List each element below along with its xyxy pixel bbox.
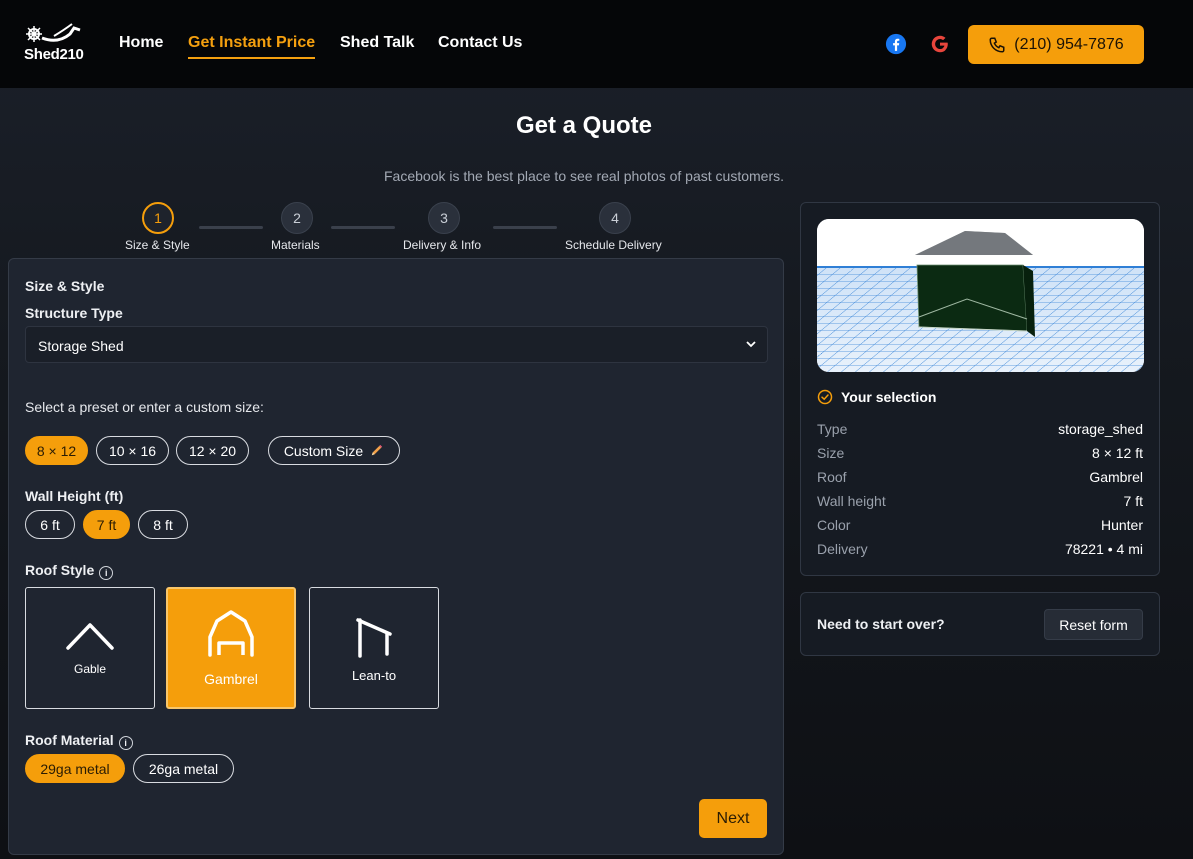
summary-row-wall-height: Wall height 7 ft — [817, 493, 1143, 509]
quote-form-card: Size & Style Structure Type Storage Shed… — [8, 258, 784, 855]
nav-home[interactable]: Home — [119, 34, 163, 52]
next-button[interactable]: Next — [699, 799, 767, 838]
summary-value: storage_shed — [1058, 421, 1143, 437]
preset-10x16[interactable]: 10 × 16 — [96, 436, 169, 465]
summary-value: 78221 • 4 mi — [1064, 541, 1143, 557]
facebook-icon[interactable] — [885, 33, 907, 55]
summary-row-roof: Roof Gambrel — [817, 469, 1143, 485]
roof-option-gable-label: Gable — [73, 662, 107, 676]
site-header: Shed210 Home Get Instant Price Shed Talk… — [0, 0, 1193, 88]
summary-key: Delivery — [817, 541, 868, 557]
custom-size-button[interactable]: Custom Size — [268, 436, 400, 465]
roof-material-26ga[interactable]: 26ga metal — [133, 754, 234, 783]
summary-key: Size — [817, 445, 845, 461]
gable-roof-icon — [66, 623, 114, 650]
wall-height-label: Wall Height (ft) — [25, 488, 124, 504]
step-4-label: Schedule Delivery — [565, 238, 662, 252]
summary-value: 8 × 12 ft — [1092, 445, 1143, 461]
structure-type-select[interactable]: Storage Shed — [25, 326, 768, 363]
step-connector — [493, 226, 557, 229]
summary-row-size: Size 8 × 12 ft — [817, 445, 1143, 461]
structure-type-value: Storage Shed — [38, 338, 124, 354]
wall-height-6ft[interactable]: 6 ft — [25, 510, 75, 539]
preset-12x20[interactable]: 12 × 20 — [176, 436, 249, 465]
your-selection-title: Your selection — [841, 389, 937, 405]
reset-panel: Need to start over? Reset form — [800, 592, 1160, 656]
step-4-indicator[interactable]: 4 — [599, 202, 631, 234]
gambrel-roof-icon — [208, 610, 254, 657]
summary-value: Gambrel — [1089, 469, 1143, 485]
logo-text: Shed210 — [24, 46, 84, 63]
check-circle-icon — [817, 389, 833, 405]
google-icon[interactable] — [929, 33, 951, 55]
your-selection-heading: Your selection — [817, 389, 936, 405]
summary-key: Roof — [817, 469, 847, 485]
custom-size-label: Custom Size — [283, 442, 364, 459]
spur-logo-icon — [26, 23, 81, 42]
structure-type-label: Structure Type — [25, 305, 123, 321]
roof-style-label: Roof Style i — [25, 562, 114, 580]
info-icon[interactable]: i — [118, 736, 133, 750]
section-title: Size & Style — [25, 278, 105, 294]
shed-3d-preview[interactable] — [817, 219, 1144, 372]
roof-option-gambrel-label: Gambrel — [204, 671, 258, 687]
summary-key: Wall height — [817, 493, 886, 509]
roof-style-label-text: Roof Style — [25, 562, 95, 578]
reset-form-button[interactable]: Reset form — [1044, 609, 1143, 640]
preset-prompt: Select a preset or enter a custom size: — [25, 399, 264, 415]
step-2-indicator[interactable]: 2 — [281, 202, 313, 234]
step-3-indicator[interactable]: 3 — [428, 202, 460, 234]
roof-material-label-text: Roof Material — [25, 732, 114, 748]
shed-preview-render — [817, 219, 1144, 372]
site-logo[interactable]: Shed210 — [24, 20, 90, 66]
summary-row-type: Type storage_shed — [817, 421, 1143, 437]
page-title: Get a Quote — [515, 112, 653, 139]
step-1-label: Size & Style — [125, 238, 190, 252]
selection-summary-panel: Your selection Type storage_shed Size 8 … — [800, 202, 1160, 576]
roof-option-lean-to-label: Lean-to — [351, 667, 397, 683]
roof-material-29ga[interactable]: 29ga metal — [25, 754, 125, 783]
info-icon[interactable]: i — [99, 566, 114, 580]
nav-shed-talk[interactable]: Shed Talk — [340, 34, 414, 52]
summary-value: 7 ft — [1123, 493, 1143, 509]
phone-icon — [989, 37, 1005, 53]
phone-number: (210) 954-7876 — [1014, 35, 1124, 53]
step-1-indicator[interactable]: 1 — [142, 202, 174, 234]
step-3-label: Delivery & Info — [403, 238, 482, 252]
pencil-icon — [371, 444, 383, 456]
phone-button[interactable]: (210) 954-7876 — [968, 25, 1144, 64]
nav-get-instant-price[interactable]: Get Instant Price — [188, 34, 316, 59]
step-connector — [199, 226, 263, 229]
roof-material-label: Roof Material i — [25, 732, 133, 750]
roof-option-gambrel[interactable]: Gambrel — [166, 587, 296, 709]
summary-row-color: Color Hunter — [817, 517, 1143, 533]
wall-height-7ft[interactable]: 7 ft — [83, 510, 130, 539]
chevron-down-icon — [746, 341, 756, 348]
preset-8x12[interactable]: 8 × 12 — [25, 436, 88, 465]
wall-height-8ft[interactable]: 8 ft — [138, 510, 188, 539]
summary-key: Type — [817, 421, 848, 437]
page-subtitle: Facebook is the best place to see real p… — [384, 168, 784, 184]
summary-value: Hunter — [1100, 517, 1143, 533]
step-2-label: Materials — [271, 238, 320, 252]
lean-to-roof-icon — [356, 617, 392, 658]
nav-contact-us[interactable]: Contact Us — [438, 34, 522, 52]
summary-key: Color — [817, 517, 851, 533]
roof-option-lean-to[interactable]: Lean-to — [309, 587, 439, 709]
reset-prompt: Need to start over? — [817, 616, 945, 632]
roof-option-gable[interactable]: Gable — [25, 587, 155, 709]
step-connector — [331, 226, 395, 229]
summary-row-delivery: Delivery 78221 • 4 mi — [817, 541, 1143, 557]
